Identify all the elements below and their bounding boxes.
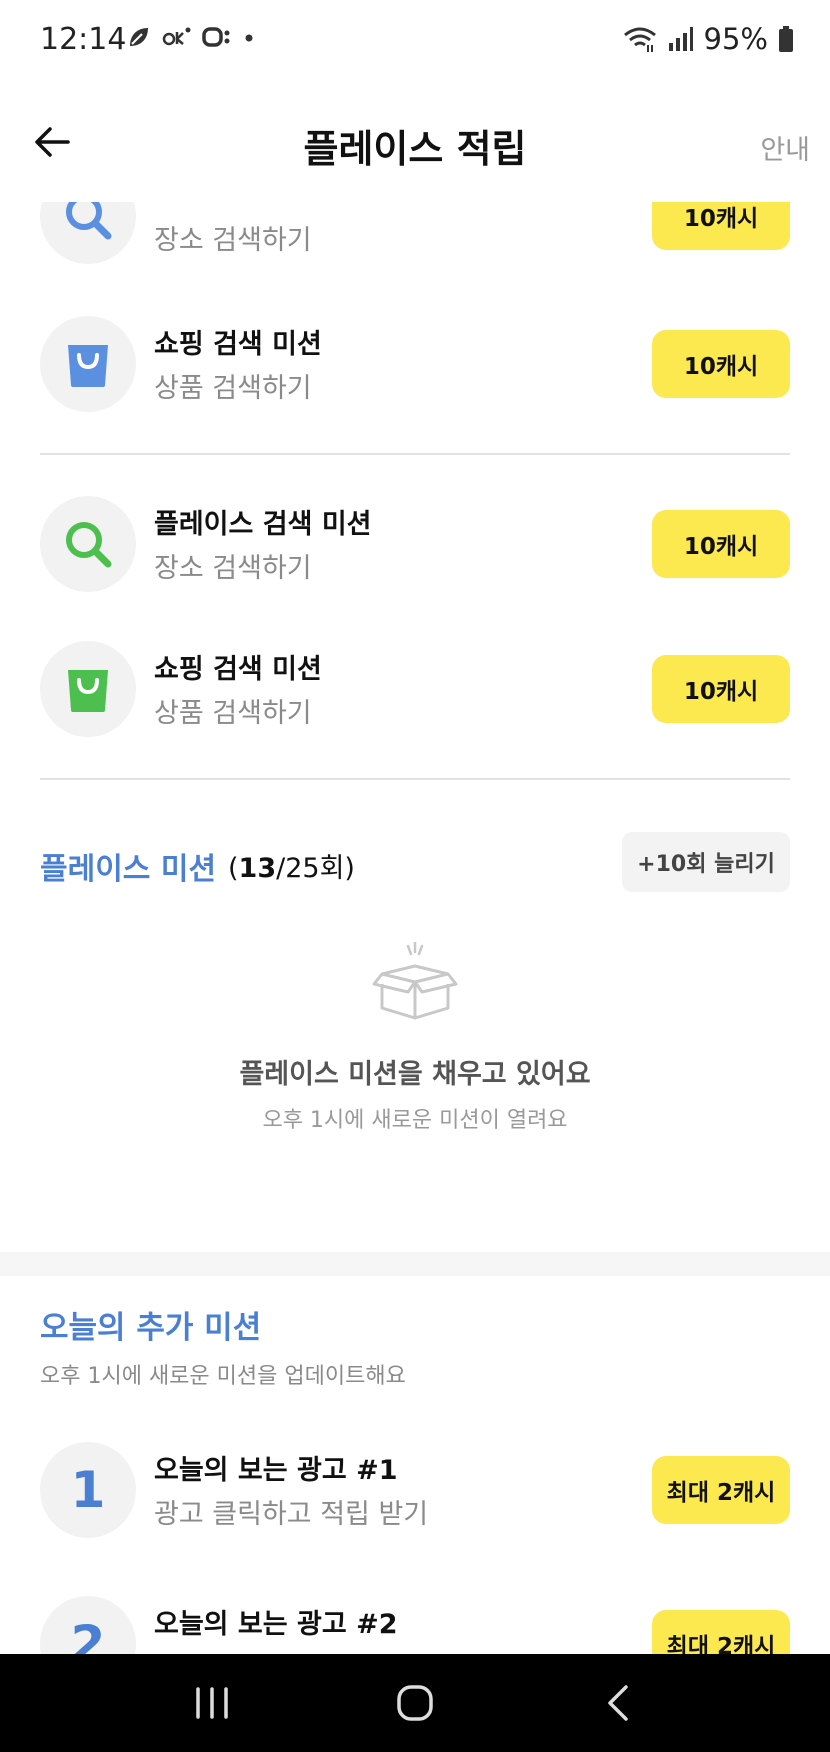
mission-subtitle: 장소 검색하기 xyxy=(154,225,312,256)
scroll-content[interactable]: 장소 검색하기 10캐시 쇼핑 검색 미션 상품 검색하기 10캐시 플레이스 … xyxy=(0,202,830,1654)
search-icon xyxy=(66,522,112,568)
page-title: 플레이스 적립 xyxy=(303,127,527,171)
signal-icon xyxy=(668,27,693,51)
reward-button[interactable]: 최대 2캐시 xyxy=(652,1456,790,1524)
battery-percent: 95% xyxy=(703,22,768,56)
mission-number-badge: 1 xyxy=(40,1442,136,1538)
section-title: 플레이스 미션 xyxy=(40,852,217,887)
mission-subtitle: 광고 클릭하고 적립 받기 xyxy=(154,1499,429,1530)
mission-number-badge: 2 xyxy=(40,1596,136,1654)
mission-subtitle: 장소 검색하기 xyxy=(154,553,312,584)
search-icon xyxy=(66,202,112,240)
system-back-button[interactable] xyxy=(578,1663,658,1743)
empty-title: 플레이스 미션을 채우고 있어요 xyxy=(239,1059,591,1090)
mission-title: 쇼핑 검색 미션 xyxy=(154,654,322,685)
reward-button[interactable]: 10캐시 xyxy=(652,510,790,578)
home-button[interactable] xyxy=(375,1663,455,1743)
mission-row[interactable]: 쇼핑 검색 미션 상품 검색하기 10캐시 xyxy=(0,308,830,420)
mission-title: 오늘의 보는 광고 #2 xyxy=(154,1609,398,1640)
reward-button[interactable]: 최대 2캐시 xyxy=(652,1610,790,1654)
shopping-bag-icon xyxy=(68,670,108,712)
empty-state: 플레이스 미션을 채우고 있어요 오후 1시에 새로운 미션이 열려요 xyxy=(0,942,830,1142)
divider xyxy=(40,778,790,780)
mission-subtitle: 상품 검색하기 xyxy=(154,698,312,729)
mission-row[interactable]: 쇼핑 검색 미션 상품 검색하기 10캐시 xyxy=(0,633,830,745)
mission-number: 1 xyxy=(70,1461,106,1519)
shopping-bag-icon xyxy=(68,345,108,387)
reward-button[interactable]: 10캐시 xyxy=(652,202,790,250)
section-separator xyxy=(0,1252,830,1276)
more-notifications-icon xyxy=(245,34,253,42)
count-done: 13 xyxy=(238,853,277,884)
mission-icon xyxy=(40,316,136,412)
reward-button[interactable]: 10캐시 xyxy=(652,655,790,723)
status-right: 95% xyxy=(622,22,794,56)
status-time: 12:14 xyxy=(40,22,127,57)
mission-icon xyxy=(40,496,136,592)
place-mission-header: 플레이스 미션 (13/25회) +10회 늘리기 xyxy=(40,832,790,892)
extra-missions-title: 오늘의 추가 미션 xyxy=(40,1310,262,1346)
app-header: 플레이스 적립 안내 xyxy=(0,84,830,202)
ad-mission-row[interactable]: 2 오늘의 보는 광고 #2 광고 클릭하고 적립 받기 최대 2캐시 xyxy=(0,1588,830,1654)
battery-icon xyxy=(779,26,793,52)
mission-row[interactable]: 장소 검색하기 10캐시 xyxy=(0,202,830,272)
mission-icon xyxy=(40,202,136,264)
notification-icons xyxy=(126,24,256,50)
count-total: /25회) xyxy=(276,853,355,884)
reward-button[interactable]: 10캐시 xyxy=(652,330,790,398)
extra-missions-subtitle: 오후 1시에 새로운 미션을 업데이트해요 xyxy=(40,1364,406,1389)
dots-app-icon xyxy=(202,27,230,47)
leaf-icon xyxy=(130,28,148,46)
mission-number: 2 xyxy=(70,1615,106,1654)
guide-link[interactable]: 안내 xyxy=(760,128,810,167)
mission-title: 쇼핑 검색 미션 xyxy=(154,329,322,360)
mission-row[interactable]: 플레이스 검색 미션 장소 검색하기 10캐시 xyxy=(0,488,830,600)
recent-apps-icon xyxy=(195,1687,228,1719)
ok-icon xyxy=(162,27,191,46)
mission-title: 플레이스 검색 미션 xyxy=(154,509,372,540)
count-open: ( xyxy=(228,853,239,884)
open-box-icon xyxy=(372,942,458,1020)
empty-subtitle: 오후 1시에 새로운 미션이 열려요 xyxy=(262,1108,568,1133)
recent-apps-button[interactable] xyxy=(172,1663,252,1743)
mission-subtitle: 상품 검색하기 xyxy=(154,373,312,404)
mission-count: (13/25회) xyxy=(228,846,355,885)
mission-icon xyxy=(40,641,136,737)
mission-subtitle: 광고 클릭하고 적립 받기 xyxy=(154,1646,428,1654)
extend-missions-button[interactable]: +10회 늘리기 xyxy=(622,832,790,892)
home-icon xyxy=(397,1685,433,1721)
mission-title: 오늘의 보는 광고 #1 xyxy=(154,1455,398,1486)
divider xyxy=(40,453,790,455)
system-nav-bar xyxy=(0,1654,830,1752)
chevron-left-icon xyxy=(608,1685,629,1721)
wifi-icon xyxy=(623,27,656,52)
status-bar: 12:14 95% xyxy=(0,0,830,84)
ad-mission-row[interactable]: 1 오늘의 보는 광고 #1 광고 클릭하고 적립 받기 최대 2캐시 xyxy=(0,1434,830,1546)
